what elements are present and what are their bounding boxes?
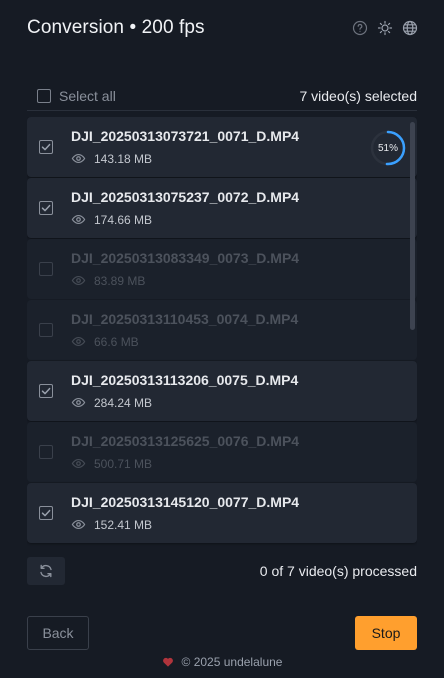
video-size: 500.71 MB bbox=[94, 456, 153, 471]
refresh-icon bbox=[40, 564, 52, 578]
video-filename: DJI_20250313145120_0077_D.MP4 bbox=[71, 494, 300, 510]
eye-icon[interactable] bbox=[71, 456, 86, 471]
checked-checkbox[interactable] bbox=[39, 201, 53, 215]
copyright-text: © 2025 undelalune bbox=[181, 655, 283, 669]
video-row[interactable]: DJI_20250313075237_0072_D.MP4 174.66 MB bbox=[27, 178, 417, 238]
footer: © 2025 undelalune bbox=[0, 655, 444, 669]
video-row[interactable]: DJI_20250313113206_0075_D.MP4 284.24 MB bbox=[27, 361, 417, 421]
video-filename: DJI_20250313075237_0072_D.MP4 bbox=[71, 189, 300, 205]
unchecked-checkbox[interactable] bbox=[39, 445, 53, 459]
eye-icon[interactable] bbox=[71, 395, 86, 410]
video-meta: 174.66 MB bbox=[71, 212, 152, 227]
video-size: 174.66 MB bbox=[94, 212, 153, 227]
heart-icon bbox=[162, 657, 173, 667]
sun-icon[interactable] bbox=[377, 20, 393, 36]
help-icon[interactable] bbox=[352, 20, 368, 36]
unchecked-checkbox[interactable] bbox=[39, 323, 53, 337]
unchecked-checkbox[interactable] bbox=[39, 262, 53, 276]
selected-count: 7 video(s) selected bbox=[299, 88, 417, 104]
video-list[interactable]: DJI_20250313073721_0071_D.MP4 143.18 MB 51… bbox=[27, 117, 417, 548]
video-filename: DJI_20250313073721_0071_D.MP4 bbox=[71, 128, 300, 144]
video-row[interactable]: DJI_20250313110453_0074_D.MP4 66.6 MB bbox=[27, 300, 417, 360]
video-meta: 284.24 MB bbox=[71, 395, 152, 410]
stop-button[interactable]: Stop bbox=[355, 616, 417, 650]
select-all-label: Select all bbox=[59, 88, 116, 104]
checked-checkbox[interactable] bbox=[39, 506, 53, 520]
globe-icon[interactable] bbox=[402, 20, 418, 36]
checkbox-icon[interactable] bbox=[37, 89, 51, 103]
video-size: 284.24 MB bbox=[94, 395, 153, 410]
video-meta: 152.41 MB bbox=[71, 517, 152, 532]
video-meta: 500.71 MB bbox=[71, 456, 152, 471]
video-row[interactable]: DJI_20250313125625_0076_D.MP4 500.71 MB bbox=[27, 422, 417, 482]
video-size: 66.6 MB bbox=[94, 334, 139, 349]
eye-icon[interactable] bbox=[71, 334, 86, 349]
eye-icon[interactable] bbox=[71, 517, 86, 532]
eye-icon[interactable] bbox=[71, 151, 86, 166]
checked-checkbox[interactable] bbox=[39, 140, 53, 154]
video-row[interactable]: DJI_20250313073721_0071_D.MP4 143.18 MB 51… bbox=[27, 117, 417, 177]
header-icons bbox=[352, 20, 418, 36]
back-button[interactable]: Back bbox=[27, 616, 89, 650]
list-scrollbar[interactable] bbox=[410, 122, 415, 330]
video-row[interactable]: DJI_20250313145120_0077_D.MP4 152.41 MB bbox=[27, 483, 417, 543]
selection-bar: Select all 7 video(s) selected bbox=[27, 82, 417, 111]
checked-checkbox[interactable] bbox=[39, 384, 53, 398]
video-filename: DJI_20250313113206_0075_D.MP4 bbox=[71, 372, 299, 388]
progress-percent: 51% bbox=[377, 142, 398, 154]
video-filename: DJI_20250313083349_0073_D.MP4 bbox=[71, 250, 300, 266]
video-size: 83.89 MB bbox=[94, 273, 146, 288]
video-size: 152.41 MB bbox=[94, 517, 153, 532]
video-row[interactable]: DJI_20250313083349_0073_D.MP4 83.89 MB bbox=[27, 239, 417, 299]
video-meta: 143.18 MB bbox=[71, 151, 152, 166]
header: Conversion • 200 fps bbox=[27, 14, 418, 42]
video-filename: DJI_20250313125625_0076_D.MP4 bbox=[71, 433, 300, 449]
page-title: Conversion • 200 fps bbox=[27, 17, 205, 38]
processed-status: 0 of 7 video(s) processed bbox=[259, 563, 417, 579]
video-filename: DJI_20250313110453_0074_D.MP4 bbox=[71, 311, 299, 327]
video-size: 143.18 MB bbox=[94, 151, 153, 166]
select-all-checkbox[interactable]: Select all bbox=[37, 88, 116, 104]
eye-icon[interactable] bbox=[71, 273, 86, 288]
video-meta: 66.6 MB bbox=[71, 334, 139, 349]
video-meta: 83.89 MB bbox=[71, 273, 145, 288]
eye-icon[interactable] bbox=[71, 212, 86, 227]
refresh-button[interactable] bbox=[27, 557, 65, 585]
progress-ring: 51% bbox=[369, 129, 407, 167]
status-bar: 0 of 7 video(s) processed bbox=[27, 557, 417, 585]
